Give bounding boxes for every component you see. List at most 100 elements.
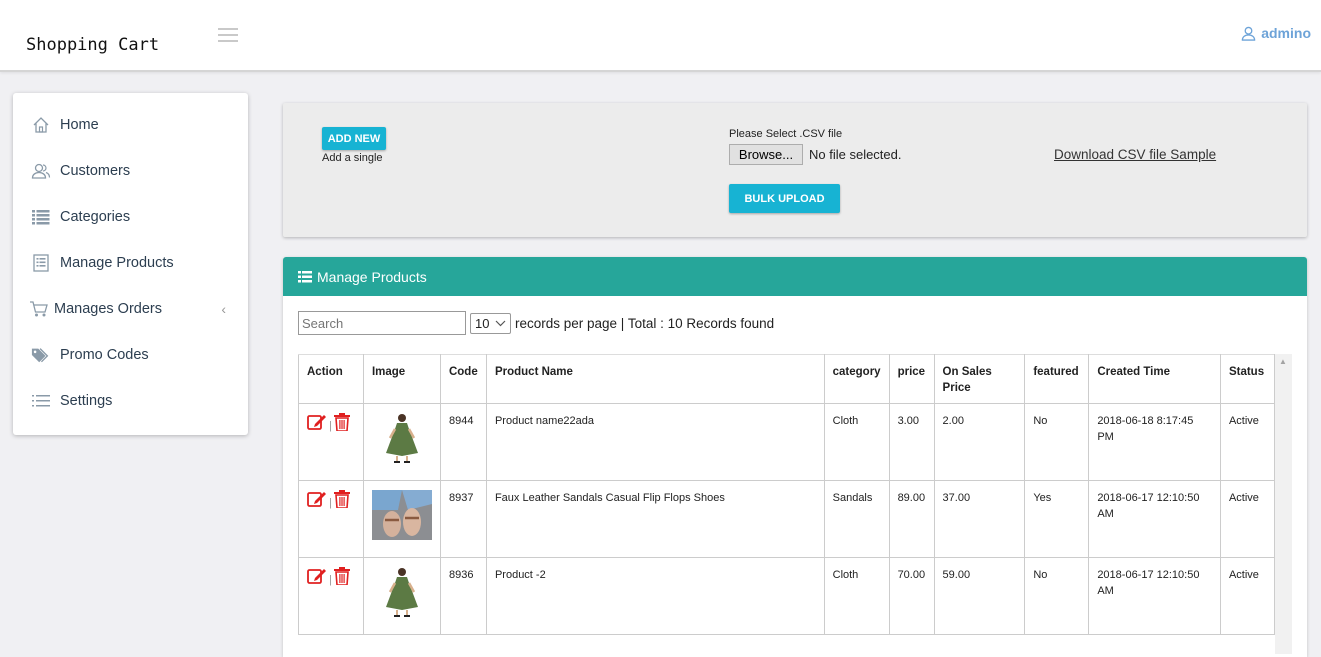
product-price: 89.00 xyxy=(888,480,935,558)
table-controls: 10 records per page | Total : 10 Records… xyxy=(298,311,774,335)
chevron-down-icon xyxy=(495,320,506,326)
edit-icon[interactable] xyxy=(307,413,327,431)
product-price: 70.00 xyxy=(888,557,935,635)
menu-toggle-icon[interactable] xyxy=(218,28,238,42)
top-bar: Shopping Cart admino xyxy=(0,0,1321,72)
sidebar-item-manages-orders[interactable]: Manages Orders ‹ xyxy=(13,286,248,332)
action-separator: | xyxy=(329,574,332,586)
column-header[interactable]: Action xyxy=(298,354,364,404)
sidebar-item-home[interactable]: Home xyxy=(13,102,248,148)
product-code: 8944 xyxy=(439,403,487,481)
panel-title: Manage Products xyxy=(317,268,427,285)
products-table: Action Image Code Product Name category … xyxy=(298,354,1275,635)
document-list-icon xyxy=(31,253,51,273)
column-header[interactable]: featured xyxy=(1024,354,1090,404)
column-header[interactable]: price xyxy=(888,354,935,404)
chevron-left-icon: ‹ xyxy=(221,301,226,317)
sidebar-item-settings[interactable]: Settings xyxy=(13,378,248,424)
product-category: Sandals xyxy=(823,480,890,558)
products-table-wrap: Action Image Code Product Name category … xyxy=(298,354,1275,654)
panel-header: Manage Products xyxy=(283,257,1307,296)
product-status: Active xyxy=(1219,557,1275,635)
product-name: Faux Leather Sandals Casual Flip Flops S… xyxy=(485,480,825,558)
csv-file-label: Please Select .CSV file xyxy=(729,128,843,140)
column-header[interactable]: Status xyxy=(1219,354,1275,404)
product-sale-price: 37.00 xyxy=(933,480,1026,558)
product-code: 8936 xyxy=(439,557,487,635)
edit-icon[interactable] xyxy=(307,490,327,508)
download-csv-sample-link[interactable]: Download CSV file Sample xyxy=(1054,147,1216,162)
table-scrollbar[interactable]: ▲ xyxy=(1275,354,1292,654)
sidebar-item-label: Settings xyxy=(60,393,113,409)
product-category: Cloth xyxy=(823,403,890,481)
product-created: 2018-06-17 12:10:50 AM xyxy=(1088,480,1221,558)
sidebar-item-customers[interactable]: Customers xyxy=(13,148,248,194)
list-icon xyxy=(298,270,312,282)
action-separator: | xyxy=(329,420,332,432)
column-header[interactable]: Image xyxy=(362,354,441,404)
trash-icon[interactable] xyxy=(333,413,350,431)
trash-icon[interactable] xyxy=(333,490,350,508)
product-image-green-dress xyxy=(372,413,432,463)
product-sale-price: 2.00 xyxy=(933,403,1026,481)
upload-panel: ADD NEW Add a single Please Select .CSV … xyxy=(283,103,1307,237)
scroll-up-arrow-icon[interactable]: ▲ xyxy=(1279,357,1287,366)
user-icon xyxy=(1241,26,1256,41)
product-image-sandals xyxy=(371,490,432,540)
csv-file-input: Browse... No file selected. xyxy=(729,144,902,165)
brand-title[interactable]: Shopping Cart xyxy=(26,35,159,55)
product-featured: No xyxy=(1024,403,1090,481)
product-name: Product -2 xyxy=(485,557,825,635)
bulk-upload-button[interactable]: BULK UPLOAD xyxy=(729,184,840,213)
action-separator: | xyxy=(329,497,332,509)
manage-products-panel: Manage Products 10 records per page | To… xyxy=(283,257,1307,657)
settings-list-icon xyxy=(31,391,51,411)
product-created: 2018-06-18 8:17:45 PM xyxy=(1088,403,1221,481)
column-header[interactable]: Code xyxy=(439,354,487,404)
sidebar-item-label: Manage Products xyxy=(60,255,174,271)
tags-icon xyxy=(31,345,51,365)
column-header[interactable]: category xyxy=(823,354,890,404)
product-created: 2018-06-17 12:10:50 AM xyxy=(1088,557,1221,635)
home-icon xyxy=(31,115,51,135)
product-name: Product name22ada xyxy=(485,403,825,481)
product-category: Cloth xyxy=(823,557,890,635)
sidebar-item-label: Manages Orders xyxy=(54,301,162,317)
table-row: | 8944 Product name22ada Cloth 3.00 2.00 xyxy=(298,403,1275,481)
product-image-green-dress xyxy=(372,567,432,617)
per-page-select[interactable]: 10 xyxy=(470,312,511,334)
list-icon xyxy=(31,207,51,227)
column-header[interactable]: Created Time xyxy=(1088,354,1221,404)
sidebar-item-label: Categories xyxy=(60,209,131,225)
trash-icon[interactable] xyxy=(333,567,350,585)
product-sale-price: 59.00 xyxy=(933,557,1026,635)
product-status: Active xyxy=(1219,480,1275,558)
sidebar-item-manage-products[interactable]: Manage Products xyxy=(13,240,248,286)
edit-icon[interactable] xyxy=(307,567,327,585)
cart-icon xyxy=(29,299,49,319)
per-page-value: 10 xyxy=(475,315,490,331)
table-row: | 8937 Faux Leather Sandals Casual Flip … xyxy=(298,480,1275,558)
sidebar-item-categories[interactable]: Categories xyxy=(13,194,248,240)
sidebar-item-promo-codes[interactable]: Promo Codes xyxy=(13,332,248,378)
browse-button[interactable]: Browse... xyxy=(729,144,803,165)
file-status: No file selected. xyxy=(809,147,902,162)
table-header-row: Action Image Code Product Name category … xyxy=(298,354,1275,404)
product-price: 3.00 xyxy=(888,403,935,481)
sidebar-item-label: Customers xyxy=(60,163,131,179)
add-new-button[interactable]: ADD NEW xyxy=(322,127,386,150)
search-input[interactable] xyxy=(298,311,466,335)
sidebar-item-label: Promo Codes xyxy=(60,347,149,363)
user-name: admino xyxy=(1261,25,1311,41)
product-featured: Yes xyxy=(1024,480,1090,558)
product-code: 8937 xyxy=(439,480,487,558)
product-featured: No xyxy=(1024,557,1090,635)
column-header[interactable]: On Sales Price xyxy=(933,354,1026,404)
users-icon xyxy=(31,161,51,181)
records-info: records per page | Total : 10 Records fo… xyxy=(515,315,775,331)
product-status: Active xyxy=(1219,403,1275,481)
sidebar-item-label: Home xyxy=(60,117,99,133)
sidebar: Home Customers Categories Manage Product… xyxy=(13,93,248,435)
column-header[interactable]: Product Name xyxy=(485,354,825,404)
user-menu[interactable]: admino xyxy=(1241,25,1311,41)
